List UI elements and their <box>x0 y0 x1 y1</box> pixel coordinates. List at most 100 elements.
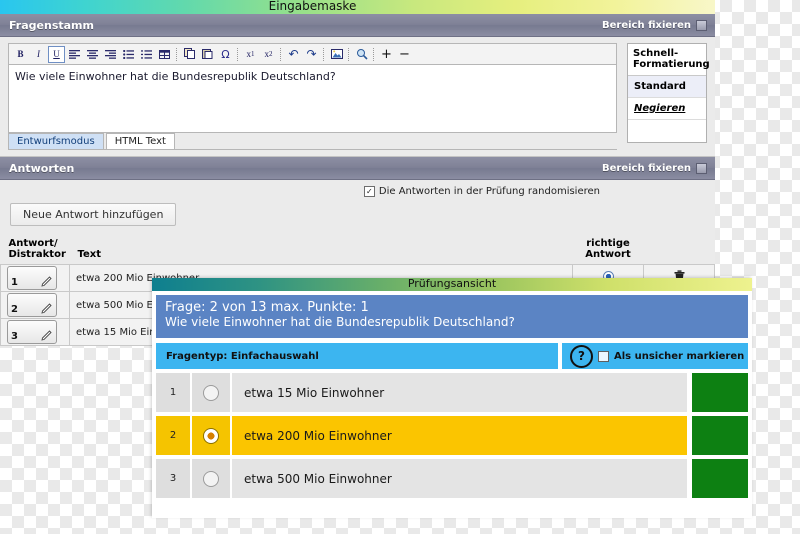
edit-answer-button[interactable]: 2 <box>7 293 57 317</box>
zoom-in-icon[interactable]: + <box>378 46 395 63</box>
question-editor-area[interactable]: Wie viele Einwohner hat die Bundesrepubl… <box>8 64 617 133</box>
fragenstamm-fix-area[interactable]: Bereich fixieren <box>602 19 707 31</box>
edit-answer-button[interactable]: 1 <box>7 266 57 290</box>
align-left-icon[interactable] <box>66 46 83 63</box>
align-center-icon[interactable] <box>84 46 101 63</box>
answer-index-cell: 1 <box>0 264 70 292</box>
tab-html-text[interactable]: HTML Text <box>105 133 175 149</box>
superscript-icon[interactable]: x1 <box>242 46 259 63</box>
pencil-icon <box>41 303 52 314</box>
pruefungsansicht-title: Prüfungsansicht <box>407 277 497 290</box>
fragenstamm-fix-checkbox-icon[interactable] <box>696 19 707 31</box>
pruefungsansicht-body: Frage: 2 von 13 max. Punkte: 1 Wie viele… <box>152 291 752 518</box>
list-item[interactable]: 2 etwa 200 Mio Einwohner <box>156 416 748 455</box>
toolbar-separator <box>348 47 350 61</box>
answer-number: 3 <box>11 331 18 342</box>
editor-toolbar[interactable]: B I U Ω x 1 x 2 ↶ ↷ + − <box>8 43 617 64</box>
numbered-list-icon[interactable] <box>138 46 155 63</box>
pruefungsansicht-titlebar: Prüfungsansicht <box>152 277 752 291</box>
question-meta: Frage: 2 von 13 max. Punkte: 1 <box>165 300 369 315</box>
antworten-fix-area[interactable]: Bereich fixieren <box>602 162 707 174</box>
question-header: Frage: 2 von 13 max. Punkte: 1 Wie viele… <box>156 295 748 338</box>
option-green-block <box>692 373 748 412</box>
antworten-panel-header: Antworten Bereich fixieren <box>0 157 715 180</box>
option-radio[interactable] <box>203 427 219 444</box>
answer-number: 2 <box>11 304 18 315</box>
pencil-icon <box>41 330 52 341</box>
antworten-title: Antworten <box>9 161 75 175</box>
question-type-label: Fragentyp: Einfachauswahl <box>156 343 558 369</box>
pruefungsansicht-window: Prüfungsansicht Frage: 2 von 13 max. Pun… <box>152 277 752 518</box>
col-header-correct-line2: Antwort <box>585 249 631 260</box>
uncertain-label: Als unsicher markieren <box>614 350 745 362</box>
editor-tabs: Entwurfsmodus HTML Text <box>8 133 617 150</box>
image-icon[interactable] <box>328 46 345 63</box>
tab-entwurfsmodus[interactable]: Entwurfsmodus <box>8 133 104 149</box>
question-type-bar: Fragentyp: Einfachauswahl ? Als unsicher… <box>156 343 748 369</box>
antworten-fix-checkbox-icon[interactable] <box>696 162 707 174</box>
question-text: Wie viele Einwohner hat die Bundesrepubl… <box>165 315 515 329</box>
quick-format-title: Schnell-Formatierung <box>628 44 710 76</box>
fragenstamm-fix-label: Bereich fixieren <box>602 19 691 31</box>
toolbar-separator <box>176 47 178 61</box>
option-green-block <box>692 459 748 498</box>
option-radio-cell[interactable] <box>190 416 230 455</box>
option-radio-cell[interactable] <box>190 459 230 498</box>
editor-column: B I U Ω x 1 x 2 ↶ ↷ + − Wie viele Einwoh… <box>8 43 617 150</box>
col-header-index: Antwort/ Distraktor <box>1 238 70 265</box>
option-radio[interactable] <box>203 384 219 401</box>
option-number: 2 <box>156 416 190 455</box>
answers-header-row: Antwort/ Distraktor Text richtige Antwor… <box>1 238 715 265</box>
option-radio-cell[interactable] <box>190 373 230 412</box>
quick-format-filler <box>628 120 706 142</box>
eingabemaske-title: Eingabemaske <box>268 0 357 13</box>
uncertain-checkbox[interactable] <box>598 350 609 362</box>
list-item[interactable]: 1 etwa 15 Mio Einwohner <box>156 373 748 412</box>
underline-icon[interactable]: U <box>48 45 65 63</box>
question-editor-text: Wie viele Einwohner hat die Bundesrepubl… <box>15 70 336 83</box>
table-icon[interactable] <box>156 46 173 63</box>
zoom-out-icon[interactable]: − <box>396 46 413 63</box>
subscript-icon[interactable]: x2 <box>260 46 277 63</box>
undo-icon[interactable]: ↶ <box>285 46 302 63</box>
italic-icon[interactable]: I <box>30 46 47 63</box>
add-answer-button[interactable]: Neue Antwort hinzufügen <box>10 203 177 226</box>
bullet-list-icon[interactable] <box>120 46 137 63</box>
quick-format-item-standard[interactable]: Standard <box>628 76 706 98</box>
list-item[interactable]: 3 etwa 500 Mio Einwohner <box>156 459 748 498</box>
toolbar-separator <box>237 47 239 61</box>
randomize-row[interactable]: ✓ Die Antworten in der Prüfung randomisi… <box>0 180 715 201</box>
fragenstamm-panel-body: B I U Ω x 1 x 2 ↶ ↷ + − Wie viele Einwoh… <box>0 37 715 157</box>
uncertain-area[interactable]: ? Als unsicher markieren <box>562 343 748 369</box>
col-header-correct-line1: richtige <box>586 238 630 249</box>
edit-answer-button[interactable]: 3 <box>7 320 57 344</box>
randomize-label: Die Antworten in der Prüfung randomisier… <box>378 186 600 197</box>
option-number: 1 <box>156 373 190 412</box>
col-header-index-line2: Distraktor <box>8 249 66 260</box>
editor-wrap: B I U Ω x 1 x 2 ↶ ↷ + − Wie viele Einwoh… <box>0 37 715 150</box>
pencil-icon <box>41 276 52 287</box>
answer-index-cell: 3 <box>0 318 70 346</box>
toolbar-separator <box>323 47 325 61</box>
special-character-icon[interactable]: Ω <box>217 46 234 63</box>
option-radio[interactable] <box>203 470 219 487</box>
answer-index-cell: 2 <box>0 291 70 319</box>
quick-format-item-negieren[interactable]: Negieren <box>628 98 706 120</box>
toolbar-separator <box>280 47 282 61</box>
search-icon[interactable] <box>353 46 370 63</box>
bold-icon[interactable]: B <box>12 46 29 63</box>
align-right-icon[interactable] <box>102 46 119 63</box>
option-text[interactable]: etwa 15 Mio Einwohner <box>230 373 687 412</box>
col-header-delete <box>644 238 715 265</box>
copy-icon[interactable] <box>181 46 198 63</box>
randomize-checkbox[interactable]: ✓ <box>363 186 375 197</box>
option-text[interactable]: etwa 500 Mio Einwohner <box>230 459 687 498</box>
help-icon[interactable]: ? <box>570 344 593 368</box>
redo-icon[interactable]: ↷ <box>303 46 320 63</box>
eingabemaske-titlebar: Eingabemaske <box>0 0 715 14</box>
option-text[interactable]: etwa 200 Mio Einwohner <box>230 416 687 455</box>
fragenstamm-bottom-spacer <box>0 150 715 156</box>
option-number: 3 <box>156 459 190 498</box>
paste-icon[interactable] <box>199 46 216 63</box>
fragenstamm-title: Fragenstamm <box>9 18 94 32</box>
